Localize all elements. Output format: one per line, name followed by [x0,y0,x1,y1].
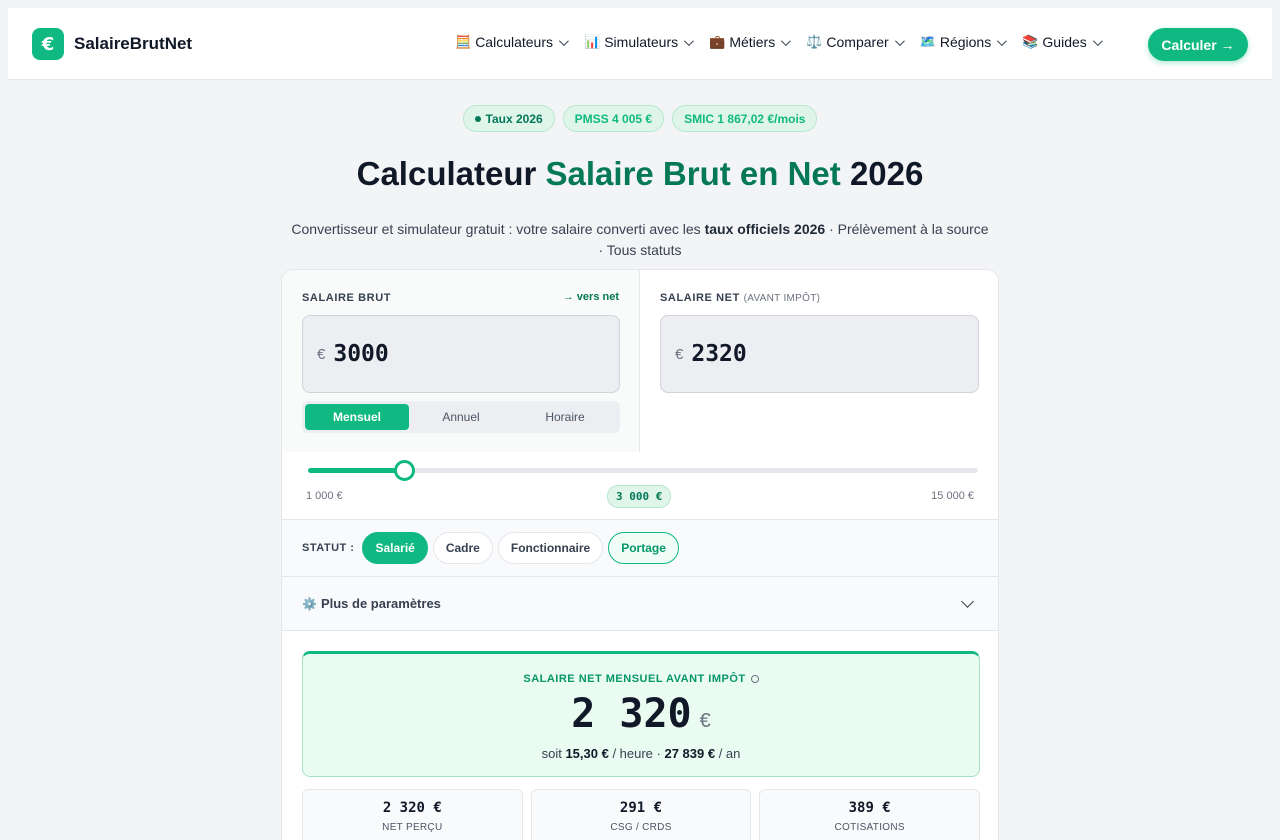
chevron-down-icon [684,35,694,46]
menu-comparer[interactable]: ⚖️ Comparer [806,34,905,50]
period-mensuel[interactable]: Mensuel [305,404,409,430]
stat-net-percu: 2 320 € NET PERÇU [302,789,523,840]
statut-portage[interactable]: Portage [608,532,679,564]
briefcase-icon: 💼 [709,34,726,50]
menu-guides[interactable]: 📚 Guides [1022,34,1103,50]
statut-fonctionnaire[interactable]: Fonctionnaire [497,532,604,564]
result-currency: € [699,710,711,732]
euro-logo-icon: € [32,28,64,60]
page-title: Calculateur Salaire Brut en Net 2026 [356,155,924,192]
main-menu: 🧮 Calculateurs 📊 Simulateurs 💼 Métiers ⚖… [455,34,1118,50]
statut-label: STATUT : [302,542,355,554]
badge-taux: Taux 2026 [462,105,555,132]
badge-pmss: PMSS 4 005 € [562,105,665,132]
chevron-down-icon [961,595,974,608]
slider-current-value: 3 000 € [607,485,672,508]
menu-label: Simulateurs [604,34,679,50]
net-pane: SALAIRE NET (AVANT IMPÔT) € 2320 [640,270,998,452]
chevron-down-icon [997,35,1008,46]
status-dot-icon [474,115,481,122]
menu-metiers[interactable]: 💼 Métiers [709,34,792,50]
net-input[interactable]: € 2320 [660,315,979,393]
calculator-card: SALAIRE BRUT → vers net € 3000 Mensuel A… [281,269,999,840]
result-amount: 2 320 [571,691,692,737]
stat-cotisations: 389 € COTISATIONS [759,789,981,840]
top-navbar: € SalaireBrutNet 🧮 Calculateurs 📊 Simula… [8,8,1272,80]
menu-label: Calculateurs [475,34,554,50]
statut-cadre[interactable]: Cadre [432,532,493,564]
menu-label: Métiers [729,34,776,50]
abacus-icon: 🧮 [455,34,472,50]
calculer-button[interactable]: Calculer → [1148,28,1248,61]
slider-fill [308,468,404,473]
more-params-toggle[interactable]: ⚙️ Plus de paramètres [282,577,998,631]
menu-label: Comparer [826,34,889,50]
result-stats: 2 320 € NET PERÇU 291 € CSG / CRDS 389 €… [302,789,981,840]
period-toggle: Mensuel Annuel Horaire [302,401,620,433]
menu-label: Régions [939,34,992,50]
result-label: SALAIRE NET MENSUEL AVANT IMPÔT [303,673,979,685]
euro-icon: € [317,345,326,363]
slider-max-label: 15 000 € [931,490,974,502]
net-label: SALAIRE NET (AVANT IMPÔT) [660,292,821,304]
brut-label: SALAIRE BRUT [302,292,392,304]
chart-icon: 📊 [584,34,601,50]
menu-label: Guides [1042,34,1087,50]
badge-smic: SMIC 1 867,02 €/mois [672,105,818,132]
result-value: 2 320 € [303,691,979,737]
menu-calculateurs[interactable]: 🧮 Calculateurs [455,34,569,50]
statut-salarie[interactable]: Salarié [362,532,428,564]
chevron-down-icon [781,35,792,46]
chevron-down-icon [894,35,905,46]
salary-slider[interactable] [308,460,978,481]
info-icon[interactable] [750,675,759,684]
stat-csg-crds: 291 € CSG / CRDS [530,789,752,840]
gear-icon: ⚙️ [302,596,317,611]
period-annuel[interactable]: Annuel [409,404,513,430]
rate-badges: Taux 2026 PMSS 4 005 € SMIC 1 867,02 €/m… [0,105,1280,132]
chevron-down-icon [1092,35,1103,46]
statut-selector: STATUT : Salarié Cadre Fonctionnaire Por… [282,519,998,577]
map-icon: 🗺️ [919,34,936,50]
result-breakdown: soit 15,30 € / heure · 27 839 € / an [541,746,741,761]
brut-input[interactable]: € 3000 [302,315,620,393]
books-icon: 📚 [1022,34,1039,50]
brand-name: SalaireBrutNet [74,34,193,53]
brut-value: 3000 [333,341,389,367]
slider-min-label: 1 000 € [306,490,343,502]
chevron-down-icon [558,35,569,46]
period-horaire[interactable]: Horaire [513,404,617,430]
net-value: 2320 [691,341,747,367]
brut-pane: SALAIRE BRUT → vers net € 3000 Mensuel A… [282,270,640,452]
menu-regions[interactable]: 🗺️ Régions [919,34,1008,50]
slider-handle[interactable] [393,460,415,481]
brand-logo[interactable]: € SalaireBrutNet [32,28,192,60]
vers-net-link[interactable]: → vers net [563,291,619,303]
result-panel: SALAIRE NET MENSUEL AVANT IMPÔT 2 320 € s… [302,651,980,777]
scales-icon: ⚖️ [806,34,823,50]
more-params-label: Plus de paramètres [320,596,441,611]
page-subtitle: Convertisseur et simulateur gratuit : vo… [291,221,989,258]
euro-icon: € [675,345,684,363]
menu-simulateurs[interactable]: 📊 Simulateurs [584,34,694,50]
